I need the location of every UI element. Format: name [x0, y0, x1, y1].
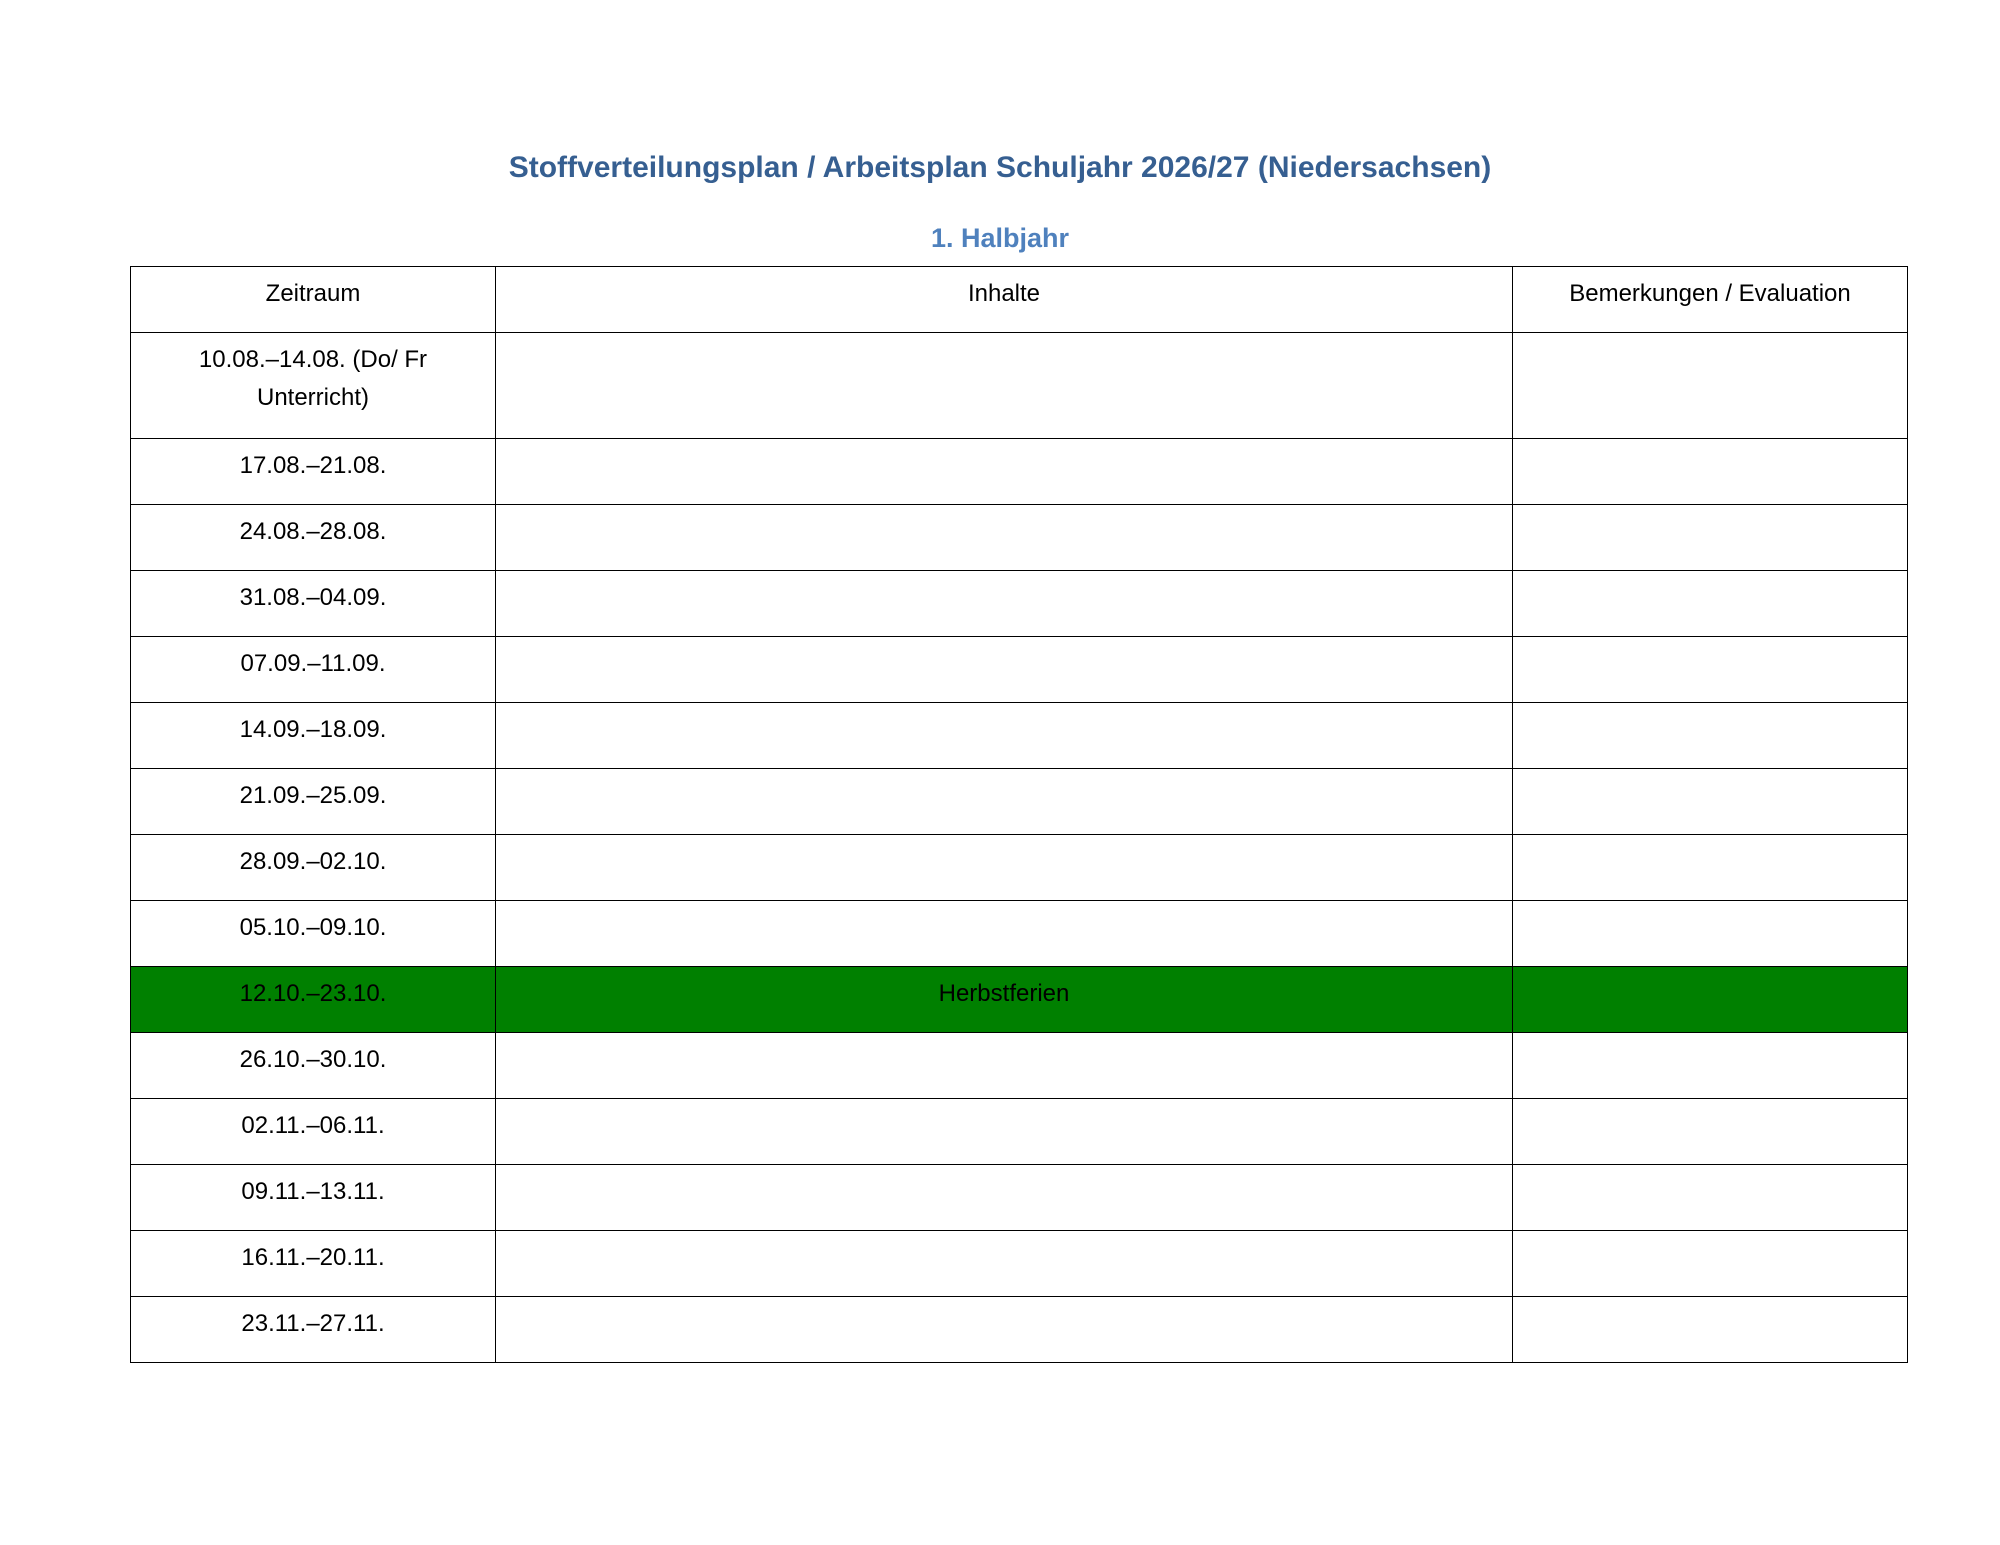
- bemerkungen-cell[interactable]: [1512, 1230, 1908, 1297]
- inhalte-cell[interactable]: [495, 702, 1513, 769]
- inhalte-cell[interactable]: [495, 768, 1513, 835]
- table-row: 23.11.–27.11.: [130, 1296, 1908, 1363]
- bemerkungen-cell[interactable]: [1512, 636, 1908, 703]
- inhalte-cell[interactable]: [495, 900, 1513, 967]
- bemerkungen-cell[interactable]: [1512, 504, 1908, 571]
- inhalte-cell[interactable]: [495, 834, 1513, 901]
- table-row: 16.11.–20.11.: [130, 1230, 1908, 1297]
- zeitraum-cell: 10.08.–14.08. (Do/ Fr Unterricht): [130, 332, 496, 439]
- zeitraum-cell: 02.11.–06.11.: [130, 1098, 496, 1165]
- bemerkungen-cell: [1512, 966, 1908, 1033]
- table-row: 26.10.–30.10.: [130, 1032, 1908, 1099]
- column-header-inhalte: Inhalte: [495, 266, 1513, 333]
- inhalte-cell[interactable]: [495, 636, 1513, 703]
- holiday-row: 12.10.–23.10. Herbstferien: [130, 966, 1908, 1033]
- zeitraum-cell: 14.09.–18.09.: [130, 702, 496, 769]
- table-header-row: Zeitraum Inhalte Bemerkungen / Evaluatio…: [130, 266, 1908, 333]
- table-row: 05.10.–09.10.: [130, 900, 1908, 967]
- plan-table: Zeitraum Inhalte Bemerkungen / Evaluatio…: [130, 266, 1908, 1363]
- zeitraum-cell: 28.09.–02.10.: [130, 834, 496, 901]
- bemerkungen-cell[interactable]: [1512, 768, 1908, 835]
- zeitraum-cell: 07.09.–11.09.: [130, 636, 496, 703]
- bemerkungen-cell[interactable]: [1512, 438, 1908, 505]
- table-row: 31.08.–04.09.: [130, 570, 1908, 637]
- table-row: 17.08.–21.08.: [130, 438, 1908, 505]
- zeitraum-cell: 21.09.–25.09.: [130, 768, 496, 835]
- table-row: 10.08.–14.08. (Do/ Fr Unterricht): [130, 332, 1908, 439]
- table-row: 02.11.–06.11.: [130, 1098, 1908, 1165]
- column-header-bemerkungen: Bemerkungen / Evaluation: [1512, 266, 1908, 333]
- bemerkungen-cell[interactable]: [1512, 834, 1908, 901]
- bemerkungen-cell[interactable]: [1512, 1032, 1908, 1099]
- inhalte-cell[interactable]: [495, 1296, 1513, 1363]
- zeitraum-cell: 23.11.–27.11.: [130, 1296, 496, 1363]
- zeitraum-cell: 31.08.–04.09.: [130, 570, 496, 637]
- table-row: 28.09.–02.10.: [130, 834, 1908, 901]
- bemerkungen-cell[interactable]: [1512, 702, 1908, 769]
- inhalte-cell[interactable]: [495, 332, 1513, 439]
- table-row: 07.09.–11.09.: [130, 636, 1908, 703]
- table-row: 09.11.–13.11.: [130, 1164, 1908, 1231]
- document-title: Stoffverteilungsplan / Arbeitsplan Schul…: [508, 151, 1492, 184]
- zeitraum-cell: 17.08.–21.08.: [130, 438, 496, 505]
- inhalte-cell[interactable]: [495, 1164, 1513, 1231]
- bemerkungen-cell[interactable]: [1512, 1164, 1908, 1231]
- inhalte-cell[interactable]: [495, 1098, 1513, 1165]
- zeitraum-cell: 16.11.–20.11.: [130, 1230, 496, 1297]
- holiday-label-cell: Herbstferien: [495, 966, 1513, 1033]
- zeitraum-cell: 05.10.–09.10.: [130, 900, 496, 967]
- table-row: 21.09.–25.09.: [130, 768, 1908, 835]
- zeitraum-cell: 12.10.–23.10.: [130, 966, 496, 1033]
- section-heading: 1. Halbjahr: [930, 223, 1070, 253]
- zeitraum-cell: 09.11.–13.11.: [130, 1164, 496, 1231]
- bemerkungen-cell[interactable]: [1512, 900, 1908, 967]
- inhalte-cell[interactable]: [495, 1032, 1513, 1099]
- bemerkungen-cell[interactable]: [1512, 332, 1908, 439]
- bemerkungen-cell[interactable]: [1512, 570, 1908, 637]
- inhalte-cell[interactable]: [495, 504, 1513, 571]
- inhalte-cell[interactable]: [495, 438, 1513, 505]
- bemerkungen-cell[interactable]: [1512, 1098, 1908, 1165]
- table-row: 24.08.–28.08.: [130, 504, 1908, 571]
- zeitraum-cell: 24.08.–28.08.: [130, 504, 496, 571]
- inhalte-cell[interactable]: [495, 570, 1513, 637]
- column-header-zeitraum: Zeitraum: [130, 266, 496, 333]
- inhalte-cell[interactable]: [495, 1230, 1513, 1297]
- table-row: 14.09.–18.09.: [130, 702, 1908, 769]
- bemerkungen-cell[interactable]: [1512, 1296, 1908, 1363]
- zeitraum-cell: 26.10.–30.10.: [130, 1032, 496, 1099]
